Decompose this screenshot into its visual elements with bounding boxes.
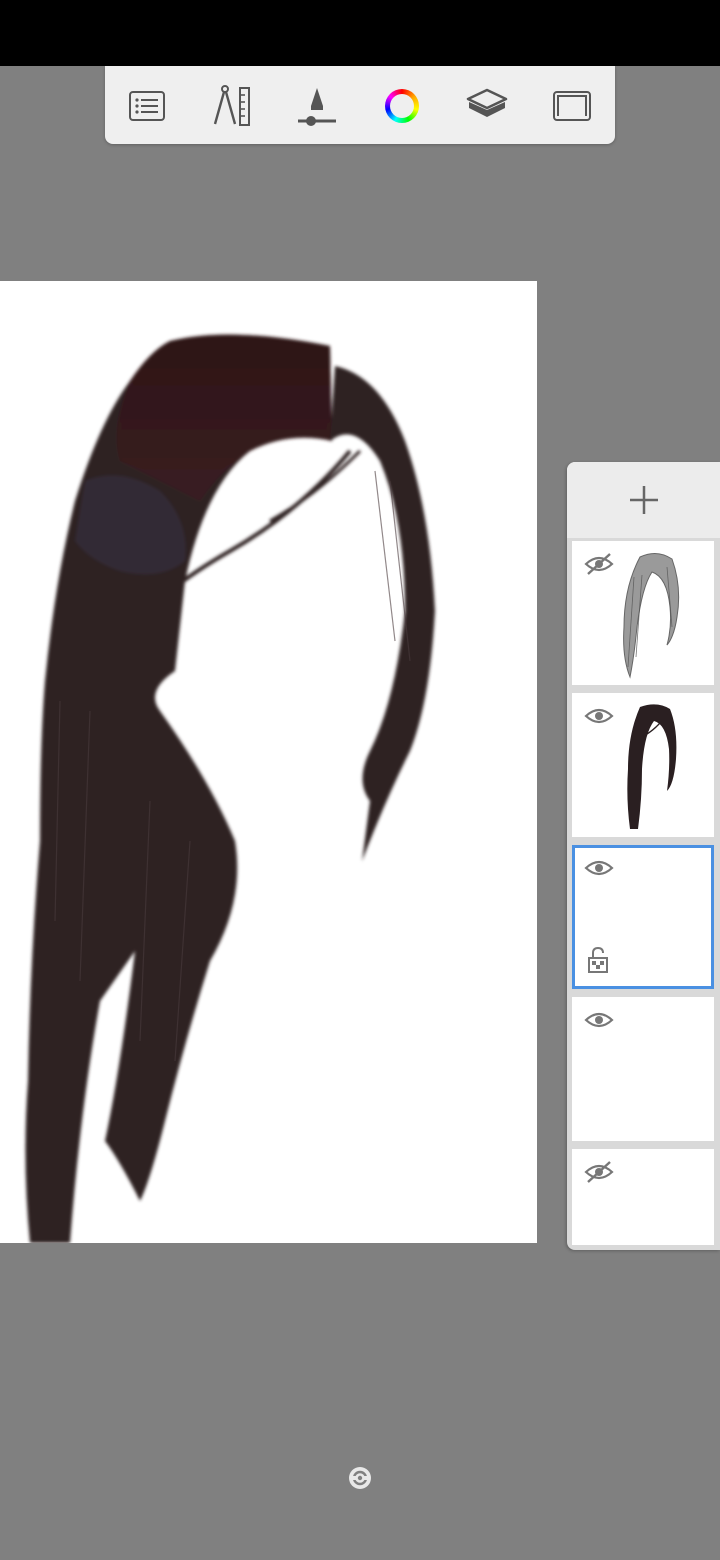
drawing-canvas[interactable] [0, 281, 537, 1243]
layer-item[interactable] [572, 997, 714, 1141]
eye-hidden-icon[interactable] [584, 1159, 614, 1185]
eye-icon[interactable] [584, 703, 614, 729]
fullscreen-icon[interactable] [548, 82, 596, 130]
layer-item-selected[interactable] [572, 845, 714, 989]
alpha-lock-icon[interactable] [586, 947, 610, 973]
layer-item[interactable] [572, 693, 714, 837]
layer-thumbnail [627, 704, 677, 829]
eye-icon[interactable] [584, 1007, 614, 1033]
layers-panel [567, 462, 720, 1250]
plus-icon [629, 486, 658, 514]
layer-thumbnail [623, 553, 680, 679]
list-icon[interactable] [123, 82, 171, 130]
layer-item[interactable] [572, 1149, 714, 1245]
status-bar [0, 0, 720, 66]
layers-icon[interactable] [463, 82, 511, 130]
canvas-reset-icon[interactable] [347, 1465, 373, 1491]
color-wheel-icon[interactable] [378, 82, 426, 130]
top-toolbar [105, 66, 615, 144]
eye-hidden-icon[interactable] [584, 551, 614, 577]
brush-properties-icon[interactable] [293, 82, 341, 130]
layer-item[interactable] [572, 541, 714, 685]
eye-icon[interactable] [584, 855, 614, 881]
add-layer-button[interactable] [567, 462, 720, 538]
hair-drawing [25, 334, 435, 1243]
compass-ruler-icon[interactable] [208, 82, 256, 130]
